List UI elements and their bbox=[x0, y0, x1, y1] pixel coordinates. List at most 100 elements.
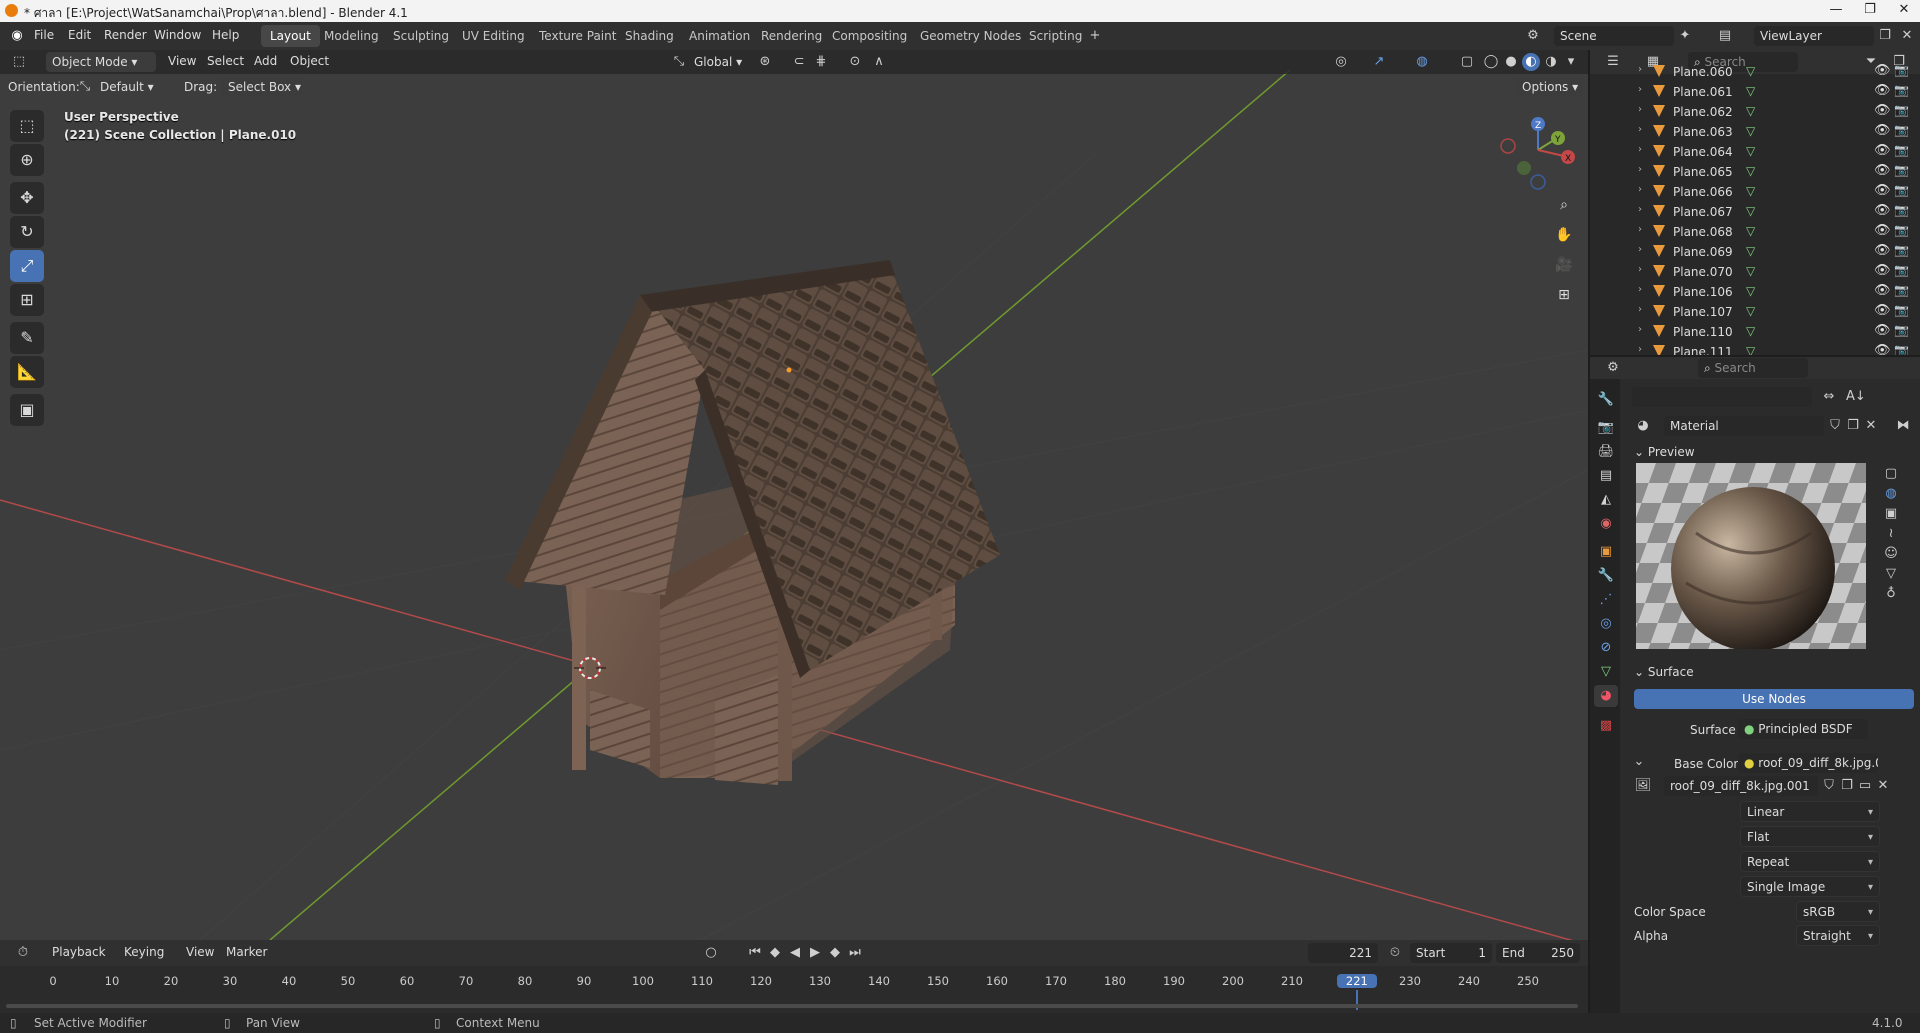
preview-cube-icon[interactable]: ▣ bbox=[1882, 505, 1900, 523]
render-camera-icon[interactable]: 📷 bbox=[1894, 223, 1909, 237]
properties-editor-icon[interactable]: ⚙ bbox=[1604, 359, 1622, 377]
prev-keyframe-icon[interactable]: ◆ bbox=[766, 944, 784, 962]
fake-user-icon[interactable]: ⛉ bbox=[1826, 417, 1844, 435]
image-fake-user-icon[interactable]: ⛉ bbox=[1820, 777, 1838, 795]
render-camera-icon[interactable]: 📷 bbox=[1894, 123, 1909, 137]
proportional-edit-icon[interactable]: ⊙ bbox=[846, 53, 864, 71]
outliner-item[interactable]: › Plane.066 ▽ 👁 📷 bbox=[1590, 182, 1920, 202]
surface-panel-header[interactable]: ⌄ Surface bbox=[1634, 665, 1694, 679]
tab-shading[interactable]: Shading bbox=[616, 25, 683, 47]
scene-properties-tab-icon[interactable]: ◭ bbox=[1594, 489, 1618, 511]
viewport-menu-view[interactable]: View bbox=[168, 54, 196, 68]
preview-cloth-icon[interactable]: ▽ bbox=[1882, 565, 1900, 583]
wireframe-shading-icon[interactable]: ◯ bbox=[1482, 53, 1500, 71]
use-nodes-button[interactable]: Use Nodes bbox=[1634, 689, 1914, 709]
pin-scene-icon[interactable]: ✦ bbox=[1676, 27, 1694, 45]
mesh-data-icon[interactable]: ▽ bbox=[1746, 284, 1755, 298]
outliner-item[interactable]: › Plane.065 ▽ 👁 📷 bbox=[1590, 162, 1920, 182]
base-color-texture-field[interactable]: ● roof_09_diff_8k.jpg.0... bbox=[1738, 753, 1878, 773]
camera-view-icon[interactable]: 🎥 bbox=[1551, 252, 1577, 278]
scene-name-field[interactable]: Scene bbox=[1554, 26, 1674, 46]
projection-dropdown[interactable]: Flat ▾ bbox=[1740, 826, 1880, 847]
image-browse-icon[interactable]: 🖼 bbox=[1634, 777, 1652, 795]
visibility-eye-icon[interactable]: 👁 bbox=[1874, 143, 1891, 158]
constraints-tab-icon[interactable]: ⊘ bbox=[1594, 637, 1618, 659]
image-open-folder-icon[interactable]: ▭ bbox=[1856, 777, 1874, 795]
mesh-data-icon[interactable]: ▽ bbox=[1746, 344, 1755, 355]
mesh-data-icon[interactable]: ▽ bbox=[1746, 224, 1755, 238]
render-camera-icon[interactable]: 📷 bbox=[1894, 303, 1909, 317]
shading-options-icon[interactable]: ▾ bbox=[1562, 53, 1580, 71]
tab-sculpting[interactable]: Sculpting bbox=[384, 25, 458, 47]
visibility-eye-icon[interactable]: 👁 bbox=[1874, 283, 1891, 298]
render-camera-icon[interactable]: 📷 bbox=[1894, 163, 1909, 177]
expand-arrow-icon[interactable]: › bbox=[1638, 204, 1642, 215]
expand-arrow-icon[interactable]: › bbox=[1638, 344, 1642, 355]
next-keyframe-icon[interactable]: ◆ bbox=[826, 944, 844, 962]
render-camera-icon[interactable]: 📷 bbox=[1894, 263, 1909, 277]
preview-fluid-icon[interactable]: ♁ bbox=[1882, 585, 1900, 603]
visibility-eye-icon[interactable]: 👁 bbox=[1874, 223, 1891, 238]
render-camera-icon[interactable]: 📷 bbox=[1894, 283, 1909, 297]
material-slot-list[interactable] bbox=[1632, 387, 1812, 407]
play-reverse-icon[interactable]: ◀ bbox=[786, 944, 804, 962]
physics-tab-icon[interactable]: ◎ bbox=[1594, 613, 1618, 635]
mode-selector[interactable]: Object Mode ▾ bbox=[46, 52, 156, 72]
particles-tab-icon[interactable]: ⋰ bbox=[1594, 589, 1618, 611]
menu-render[interactable]: Render bbox=[104, 28, 147, 42]
texture-properties-tab-icon[interactable]: ▩ bbox=[1594, 715, 1618, 737]
visibility-eye-icon[interactable]: 👁 bbox=[1874, 163, 1891, 178]
scale-tool[interactable]: ⤢ bbox=[10, 250, 44, 282]
material-preview-shading-icon[interactable]: ◐ bbox=[1522, 53, 1540, 71]
expand-arrow-icon[interactable]: › bbox=[1638, 84, 1642, 95]
viewport-menu-object[interactable]: Object bbox=[290, 54, 329, 68]
3d-viewport[interactable]: Z Y X ⬚ Object Mode ▾ View Select Add Ob… bbox=[0, 50, 1588, 940]
data-properties-tab-icon[interactable]: ▽ bbox=[1594, 661, 1618, 683]
menu-file[interactable]: File bbox=[34, 28, 54, 42]
jump-end-icon[interactable]: ⏭ bbox=[846, 944, 864, 962]
outliner-item[interactable]: › Plane.063 ▽ 👁 📷 bbox=[1590, 122, 1920, 142]
timeline-menu-marker[interactable]: Marker bbox=[226, 945, 267, 959]
add-workspace-icon[interactable]: + bbox=[1086, 27, 1104, 45]
falloff-icon[interactable]: ∧ bbox=[870, 53, 888, 71]
slot-arrows-icon[interactable]: ⇔ bbox=[1820, 388, 1838, 406]
preview-monkey-icon[interactable]: ☺ bbox=[1882, 545, 1900, 563]
overlays-toggle-icon[interactable]: ◍ bbox=[1413, 53, 1431, 71]
scene-icon[interactable]: ⚙ bbox=[1524, 27, 1542, 45]
blender-menu-icon[interactable]: ◉ bbox=[8, 27, 26, 45]
ortho-grid-icon[interactable]: ⊞ bbox=[1551, 282, 1577, 308]
mesh-data-icon[interactable]: ▽ bbox=[1746, 164, 1755, 178]
transform-orientation-dropdown[interactable]: Global ▾ bbox=[688, 52, 746, 72]
expand-arrow-icon[interactable]: › bbox=[1638, 244, 1642, 255]
rotate-tool[interactable]: ↻ bbox=[10, 216, 44, 248]
outliner-item[interactable]: › Plane.069 ▽ 👁 📷 bbox=[1590, 242, 1920, 262]
options-dropdown[interactable]: Options ▾ bbox=[1516, 77, 1582, 97]
expand-arrow-icon[interactable]: › bbox=[1638, 104, 1642, 115]
outliner-item[interactable]: › Plane.110 ▽ 👁 📷 bbox=[1590, 322, 1920, 342]
visibility-filter-icon[interactable]: ◎ bbox=[1332, 53, 1350, 71]
outliner-item[interactable]: › Plane.070 ▽ 👁 📷 bbox=[1590, 262, 1920, 282]
base-color-expand-icon[interactable]: ⌄ bbox=[1630, 753, 1648, 771]
minimize-button[interactable]: — bbox=[1824, 2, 1848, 20]
timeline-menu-view[interactable]: View bbox=[186, 945, 214, 959]
properties-search-input[interactable]: ⌕ Search bbox=[1698, 358, 1808, 378]
tab-geometry-nodes[interactable]: Geometry Nodes bbox=[911, 25, 1030, 47]
expand-arrow-icon[interactable]: › bbox=[1638, 304, 1642, 315]
remove-view-layer-icon[interactable]: ✕ bbox=[1898, 27, 1916, 45]
expand-arrow-icon[interactable]: › bbox=[1638, 284, 1642, 295]
surface-shader-field[interactable]: ● Principled BSDF bbox=[1738, 719, 1868, 739]
play-icon[interactable]: ▶ bbox=[806, 944, 824, 962]
mesh-data-icon[interactable]: ▽ bbox=[1746, 324, 1755, 338]
preview-sphere-icon[interactable]: ◍ bbox=[1882, 485, 1900, 503]
duplicate-material-icon[interactable]: ❐ bbox=[1844, 417, 1862, 435]
object-properties-tab-icon[interactable]: ▣ bbox=[1594, 541, 1618, 563]
preview-panel-header[interactable]: ⌄ Preview bbox=[1634, 445, 1695, 459]
tab-compositing[interactable]: Compositing bbox=[823, 25, 916, 47]
visibility-eye-icon[interactable]: 👁 bbox=[1874, 343, 1891, 355]
outliner-item[interactable]: › Plane.068 ▽ 👁 📷 bbox=[1590, 222, 1920, 242]
outliner-item[interactable]: › Plane.111 ▽ 👁 📷 bbox=[1590, 342, 1920, 355]
render-camera-icon[interactable]: 📷 bbox=[1894, 63, 1909, 77]
render-properties-tab-icon[interactable]: 📷 bbox=[1594, 417, 1618, 439]
tab-animation[interactable]: Animation bbox=[680, 25, 759, 47]
render-camera-icon[interactable]: 📷 bbox=[1894, 83, 1909, 97]
